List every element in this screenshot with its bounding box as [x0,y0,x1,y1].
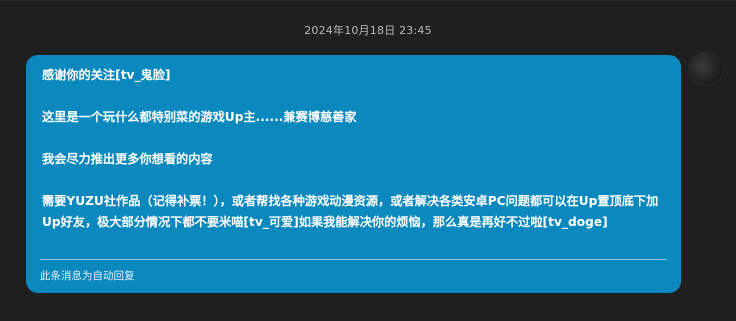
chat-window: 2024年10月18日 23:45 感谢你的关注[tv_鬼脸] 这里是一个玩什么… [0,0,736,321]
message-timestamp: 2024年10月18日 23:45 [304,24,432,37]
message-text: 感谢你的关注[tv_鬼脸] 这里是一个玩什么都特别菜的游戏Up主......兼赛… [42,68,659,229]
bubble-divider [40,259,667,260]
avatar[interactable] [688,52,724,86]
top-divider [0,0,736,1]
auto-reply-note: 此条消息为自动回复 [40,270,135,282]
message-bubble[interactable]: 感谢你的关注[tv_鬼脸] 这里是一个玩什么都特别菜的游戏Up主......兼赛… [26,55,681,293]
